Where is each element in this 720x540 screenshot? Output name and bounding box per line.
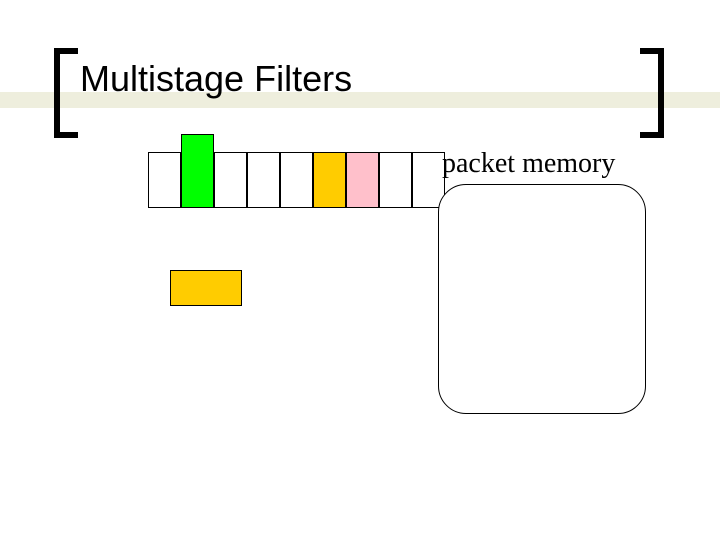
memory-label: packet memory [442,148,615,180]
filter-cell-5 [313,152,346,208]
filter-cell-2 [214,152,247,208]
filter-cell-0 [148,152,181,208]
filter-cell-6 [346,152,379,208]
slide-title: Multistage Filters [80,58,352,100]
incoming-packet [170,270,242,306]
packet-memory-box [438,184,646,414]
filter-stage-array [148,152,445,208]
filter-cell-7 [379,152,412,208]
filter-cell-4 [280,152,313,208]
title-bracket-left [54,48,78,138]
filter-cell-3 [247,152,280,208]
title-bracket-right [640,48,664,138]
filter-cell-1 [181,134,214,208]
